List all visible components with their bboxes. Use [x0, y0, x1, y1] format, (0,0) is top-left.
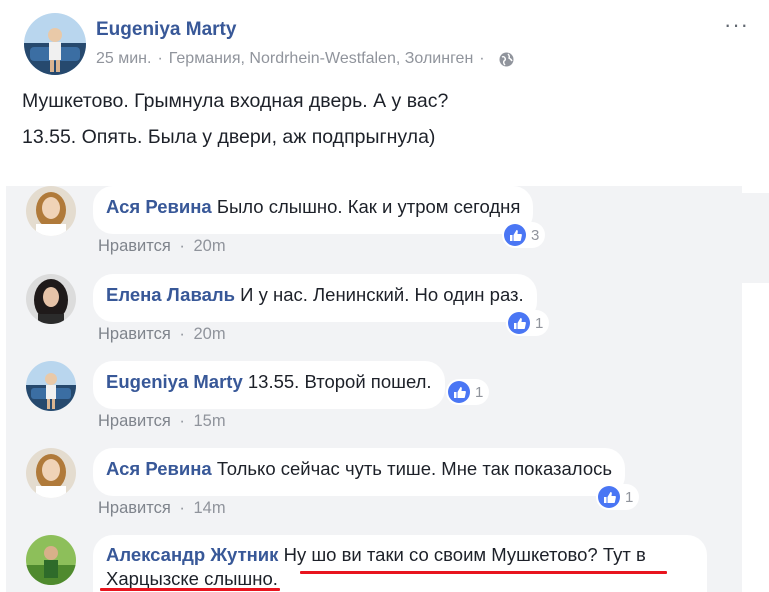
- post-meta: 25 мин. · Германия, Nordrhein-Westfalen,…: [96, 50, 514, 68]
- action-separator: ·: [179, 412, 185, 430]
- thumbs-up-icon: [508, 312, 530, 334]
- commenter-avatar[interactable]: [26, 535, 76, 585]
- reaction-count[interactable]: 3: [502, 222, 546, 248]
- scrollbar-thumb[interactable]: [742, 193, 769, 283]
- comment-text: Только сейчас чуть тише. Мне так показал…: [216, 458, 612, 479]
- more-dots-icon[interactable]: ···: [724, 14, 749, 36]
- like-link[interactable]: Нравится: [98, 237, 171, 255]
- post-text-line-2: 13.55. Опять. Была у двери, аж подпрыгну…: [22, 126, 436, 148]
- reaction-number: 1: [475, 383, 484, 401]
- comment-bubble: Ася Ревина Было слышно. Как и утром сего…: [93, 186, 534, 234]
- comments-section: Ася Ревина Было слышно. Как и утром сего…: [6, 186, 742, 592]
- globe-icon: [499, 52, 514, 67]
- like-link[interactable]: Нравится: [98, 412, 171, 430]
- like-link[interactable]: Нравится: [98, 325, 171, 343]
- like-link[interactable]: Нравится: [98, 499, 171, 517]
- thumbs-up-icon: [448, 381, 470, 403]
- action-separator: ·: [179, 325, 185, 343]
- comment-time[interactable]: 14m: [194, 499, 226, 517]
- post-time[interactable]: 25 мин.: [96, 50, 151, 68]
- thumbs-up-icon: [598, 486, 620, 508]
- commenter-avatar[interactable]: [26, 448, 76, 498]
- post-text-line-1: Мушкетово. Грымнула входная дверь. А у в…: [22, 90, 449, 112]
- highlight-underline: [100, 588, 280, 591]
- highlight-underline: [300, 571, 667, 574]
- reaction-number: 3: [531, 226, 540, 244]
- reaction-number: 1: [625, 488, 634, 506]
- commenter-name[interactable]: Ася Ревина: [106, 458, 212, 479]
- comment-time[interactable]: 20m: [194, 325, 226, 343]
- post-card: Eugeniya Marty 25 мин. · Германия, Nordr…: [6, 0, 769, 186]
- comment-text: Было слышно. Как и утром сегодня: [216, 196, 521, 217]
- comment-actions: Нравится · 15m: [98, 412, 226, 431]
- commenter-avatar[interactable]: [26, 274, 76, 324]
- commenter-avatar[interactable]: [26, 186, 76, 236]
- reaction-count[interactable]: 1: [446, 379, 490, 405]
- post-author-avatar[interactable]: [24, 13, 86, 75]
- commenter-name[interactable]: Александр Жутник: [106, 544, 278, 565]
- comment-bubble: Ася Ревина Только сейчас чуть тише. Мне …: [93, 448, 625, 496]
- action-separator: ·: [179, 499, 185, 517]
- action-separator: ·: [179, 237, 185, 255]
- comment-time[interactable]: 20m: [194, 237, 226, 255]
- meta-separator: ·: [157, 50, 163, 67]
- post-author-name[interactable]: Eugeniya Marty: [96, 19, 236, 41]
- comment-actions: Нравится · 14m: [98, 499, 226, 518]
- meta-separator: ·: [479, 50, 485, 67]
- reaction-count[interactable]: 1: [596, 484, 640, 510]
- commenter-name[interactable]: Eugeniya Marty: [106, 371, 243, 392]
- comment-bubble: Александр Жутник Ну шо ви таки со своим …: [93, 535, 707, 592]
- commenter-avatar[interactable]: [26, 361, 76, 411]
- thumbs-up-icon: [504, 224, 526, 246]
- commenter-name[interactable]: Елена Лаваль: [106, 284, 235, 305]
- comment-bubble: Eugeniya Marty 13.55. Второй пошел.: [93, 361, 445, 409]
- reaction-number: 1: [535, 314, 544, 332]
- post-location[interactable]: Германия, Nordrhein-Westfalen, Золинген: [169, 50, 473, 68]
- commenter-name[interactable]: Ася Ревина: [106, 196, 212, 217]
- comment-bubble: Елена Лаваль И у нас. Ленинский. Но один…: [93, 274, 537, 322]
- comment-actions: Нравится · 20m: [98, 237, 226, 256]
- comment-actions: Нравится · 20m: [98, 325, 226, 344]
- reaction-count[interactable]: 1: [506, 310, 550, 336]
- comment-text: 13.55. Второй пошел.: [247, 371, 432, 392]
- comment-text: И у нас. Ленинский. Но один раз.: [240, 284, 524, 305]
- comment-time[interactable]: 15m: [194, 412, 226, 430]
